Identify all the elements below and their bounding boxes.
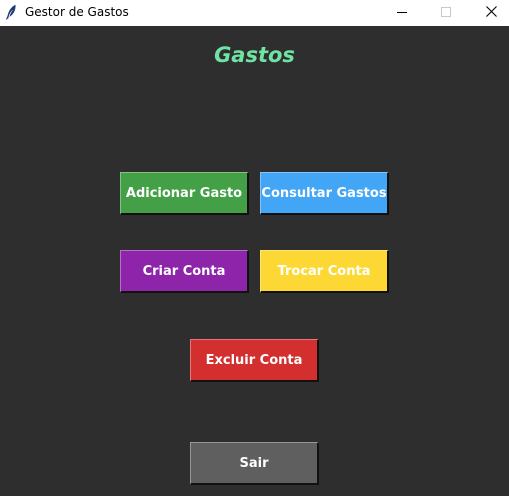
maximize-button[interactable] bbox=[423, 0, 469, 26]
add-expense-button[interactable]: Adicionar Gasto bbox=[120, 172, 249, 215]
title-bar: Gestor de Gastos bbox=[0, 0, 509, 26]
app-window: Gestor de Gastos Gastos Adicionar Gasto … bbox=[0, 0, 509, 496]
switch-account-button[interactable]: Trocar Conta bbox=[260, 250, 389, 293]
minimize-button[interactable] bbox=[379, 0, 425, 26]
close-button[interactable] bbox=[468, 0, 509, 26]
window-title: Gestor de Gastos bbox=[25, 5, 129, 19]
maximize-icon bbox=[441, 6, 451, 20]
feather-icon bbox=[5, 4, 17, 20]
view-expenses-button[interactable]: Consultar Gastos bbox=[260, 172, 389, 215]
create-account-button[interactable]: Criar Conta bbox=[120, 250, 249, 293]
close-icon bbox=[485, 6, 497, 20]
minimize-icon bbox=[397, 6, 407, 20]
page-title: Gastos bbox=[214, 43, 295, 67]
delete-account-button[interactable]: Excluir Conta bbox=[190, 339, 319, 382]
exit-button[interactable]: Sair bbox=[190, 442, 319, 485]
